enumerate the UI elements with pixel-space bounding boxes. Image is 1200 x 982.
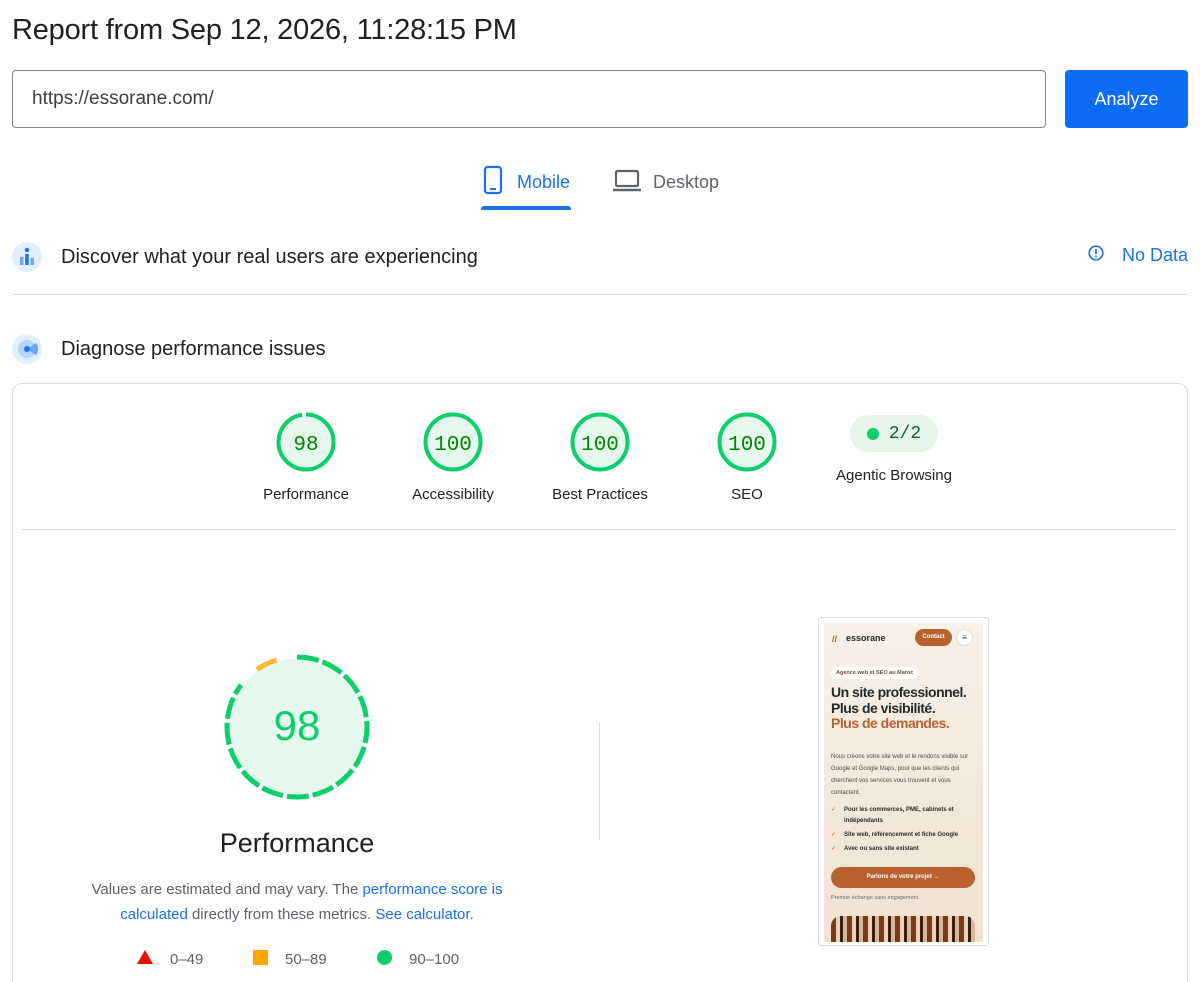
gauge-ring: 100	[717, 412, 777, 472]
laptop-icon	[613, 164, 641, 201]
tab-mobile-label: Mobile	[517, 172, 571, 192]
site-contact-button: Contact	[915, 629, 952, 646]
tab-desktop-label: Desktop	[653, 172, 720, 192]
analyze-button[interactable]: Analyze	[1065, 70, 1188, 128]
hamburger-menu-icon: ≡	[956, 629, 973, 646]
gauge-value: 100	[434, 434, 472, 457]
site-headline-line-1: Un site professionnel.	[831, 684, 967, 700]
pass-dot-icon	[866, 427, 879, 440]
diagnose-section-title: Diagnose performance issues	[61, 337, 326, 360]
crux-section-title: Discover what your real users are experi…	[61, 245, 478, 268]
tab-desktop[interactable]: Desktop	[613, 164, 733, 210]
gauge-value: 100	[581, 434, 619, 457]
agentic-score-pill: 2/2	[850, 415, 938, 452]
performance-big-gauge: 98	[224, 654, 370, 800]
performance-big-score: 98	[274, 702, 321, 749]
score-gauge-best-practices[interactable]: 100 Best Practices	[540, 412, 660, 503]
see-calculator-link[interactable]: See calculator	[375, 906, 469, 923]
thumbnail-page: // essorane Contact ≡ Agence web et SEO …	[824, 623, 983, 942]
site-note: Premier échange sans engagement.	[831, 895, 920, 901]
gauge-ring: 100	[570, 412, 630, 472]
smartphone-icon	[481, 164, 505, 201]
diagnose-radar-icon	[12, 334, 42, 364]
site-paragraph: Nous créons votre site web et le rendons…	[831, 754, 969, 796]
gauge-label: SEO	[731, 486, 763, 503]
gauge-value: 98	[293, 434, 318, 457]
legend-pass-range: 90–100	[409, 951, 460, 968]
gauges-divider	[22, 529, 1176, 530]
users-chart-icon	[12, 242, 42, 272]
desc-text-1: Values are estimated and may vary. The	[91, 881, 363, 898]
url-input[interactable]	[12, 70, 1046, 128]
site-bullet: Avec ou sans site existant	[831, 844, 977, 855]
info-icon	[1088, 245, 1104, 266]
desc-text-3: .	[469, 906, 474, 923]
vertical-divider	[599, 722, 600, 840]
agentic-score-value: 2/2	[888, 423, 922, 444]
fail-triangle-icon	[137, 950, 153, 968]
gauge-ring: 98	[276, 412, 336, 472]
site-hero-image	[831, 916, 975, 942]
gauge-ring: 100	[423, 412, 483, 472]
legend-fail-range: 0–49	[170, 950, 204, 968]
section-divider	[12, 294, 1188, 295]
score-gauge-accessibility[interactable]: 100 Accessibility	[393, 412, 513, 503]
pass-circle-icon	[377, 950, 392, 969]
performance-description: Values are estimated and may vary. The p…	[72, 877, 522, 927]
site-cta-button: Parlons de votre projet →	[831, 867, 975, 888]
site-bullet: Site web, référencement et fiche Google	[831, 830, 977, 841]
site-headline-line-3: Plus de demandes.	[831, 715, 950, 731]
average-square-icon	[253, 950, 268, 969]
score-gauge-seo[interactable]: 100 SEO	[687, 412, 807, 503]
gauge-label: Agentic Browsing	[836, 467, 952, 484]
gauge-label: Performance	[263, 486, 349, 503]
gauge-value: 100	[728, 434, 766, 457]
site-logo-mark-icon: //	[832, 634, 838, 644]
desc-text-2: directly from these metrics.	[187, 906, 376, 923]
gauge-label: Accessibility	[412, 486, 494, 503]
report-title: Report from Sep 12, 2026, 11:28:15 PM	[12, 14, 517, 46]
site-logo: essorane	[846, 633, 886, 643]
active-tab-indicator	[481, 206, 571, 210]
legend-pass: 90–100	[377, 950, 459, 969]
no-data-label: No Data	[1121, 245, 1188, 265]
site-bullet: Pour les commerces, PME, cabinets et ind…	[831, 805, 977, 827]
site-bullet-list: Pour les commerces, PME, cabinets et ind…	[831, 805, 977, 858]
final-screenshot-thumbnail[interactable]: // essorane Contact ≡ Agence web et SEO …	[818, 617, 989, 946]
site-headline-line-2: Plus de visibilité.	[831, 699, 936, 716]
score-agentic-browsing[interactable]: 2/2 Agentic Browsing	[824, 412, 964, 484]
tab-mobile[interactable]: Mobile	[481, 164, 571, 210]
performance-heading: Performance	[219, 828, 375, 858]
score-gauge-performance[interactable]: 98 Performance	[246, 412, 366, 503]
legend-average-range: 50–89	[285, 951, 327, 968]
no-data-link[interactable]: No Data	[1088, 245, 1188, 266]
gauge-label: Best Practices	[552, 486, 648, 503]
legend-average: 50–89	[253, 950, 327, 969]
site-headline: Un site professionnel. Plus de visibilit…	[831, 684, 981, 732]
crux-section-header: Discover what your real users are experi…	[12, 237, 1188, 277]
site-badge: Agence web et SEO au Maroc	[831, 667, 919, 679]
legend-fail: 0–49	[137, 950, 203, 968]
diagnose-section-header: Diagnose performance issues	[12, 329, 1188, 369]
